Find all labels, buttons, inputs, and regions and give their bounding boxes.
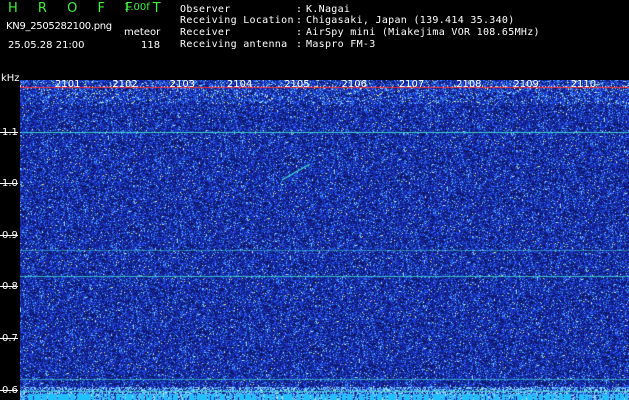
frequency-tick-label: 0.8 (2, 282, 18, 292)
time-tick-label: 2110 (570, 79, 597, 90)
info-location-value: Chigasaki, Japan (139.414 35.340) (306, 15, 515, 26)
info-observer-label: Observer (180, 4, 231, 15)
info-antenna-value: Maspro FM-3 (306, 39, 376, 50)
mode-label: meteor (124, 27, 161, 38)
frequency-tick-label: 0.7 (2, 334, 18, 344)
filename-label: KN9_2505282100.png (6, 21, 112, 32)
info-receiver-label: Receiver (180, 27, 231, 38)
frequency-tick-label: 0.9 (2, 230, 18, 241)
frequency-tick-mark (0, 286, 18, 288)
info-observer-value: K.Nagai (306, 4, 351, 15)
time-tick-label: 2105 (284, 79, 310, 90)
spectrogram-waterfall (20, 80, 629, 400)
info-antenna-label: Receiving antenna (180, 39, 288, 50)
info-receiver-value: AirSpy mini (Miakejima VOR 108.65MHz) (306, 27, 540, 38)
info-colon: : (296, 15, 303, 26)
time-tick-label: 2109 (513, 79, 539, 90)
frequency-tick-label: 1.0 (2, 179, 18, 189)
frequency-tick-label: 0.6 (2, 385, 18, 396)
time-tick-label: 2108 (456, 79, 482, 90)
frequency-tick-mark (0, 183, 18, 185)
info-colon: : (296, 39, 303, 50)
frequency-tick-mark (0, 131, 18, 133)
time-tick-label: 2103 (169, 79, 196, 90)
time-tick-label: 2106 (341, 79, 367, 90)
info-location-label: Receiving Location (180, 15, 294, 26)
version-label: 1.00f (124, 2, 150, 13)
info-colon: : (296, 27, 303, 38)
time-tick-label: 2107 (398, 79, 425, 90)
frequency-tick-mark (0, 234, 18, 236)
time-tick-label: 2101 (55, 79, 81, 90)
count-label: 118 (141, 40, 161, 51)
frequency-tick-mark (0, 338, 18, 340)
info-colon: : (296, 4, 303, 15)
axis-unit-label: kHz (1, 73, 20, 84)
frequency-tick-mark (0, 389, 18, 391)
time-tick-label: 2104 (226, 79, 253, 90)
frequency-tick-label: 1.1 (2, 127, 18, 138)
timestamp-label: 25.05.28 21:00 (8, 40, 85, 51)
time-tick-label: 2102 (112, 79, 138, 90)
